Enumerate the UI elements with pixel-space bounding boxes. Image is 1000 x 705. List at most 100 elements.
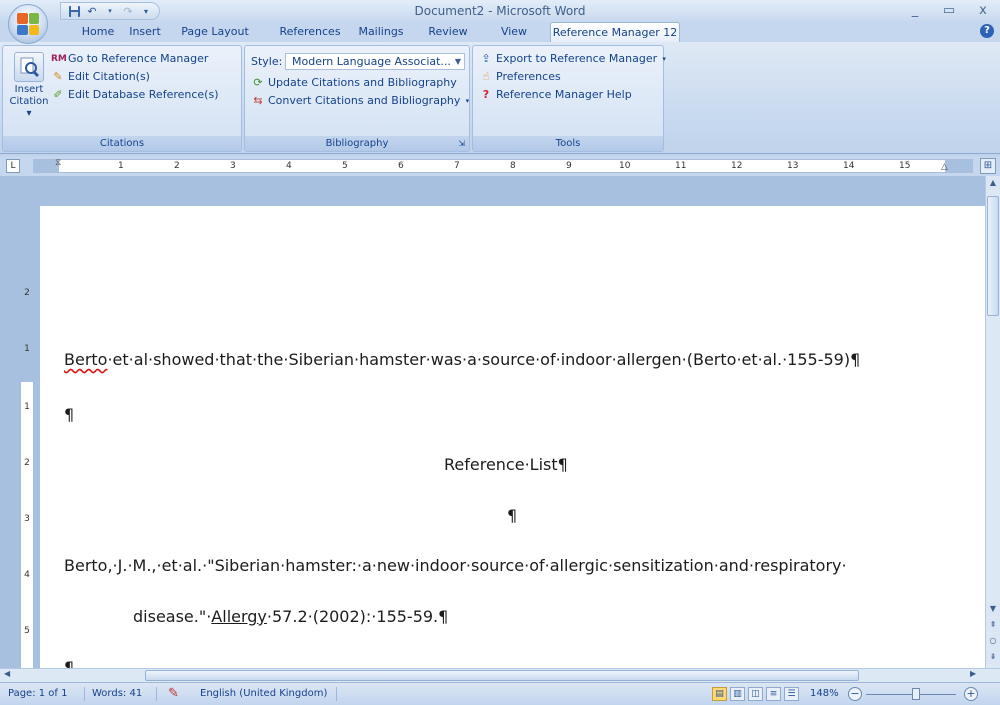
update-icon: ⟳ (253, 75, 263, 89)
style-dropdown[interactable]: Modern Language Associat... ▼ (285, 53, 465, 70)
language-indicator[interactable]: English (United Kingdom) (200, 688, 327, 699)
document-page[interactable]: Berto·et·al·showed·that·the·Siberian·ham… (40, 206, 985, 668)
go-to-rm-label: Go to Reference Manager (68, 52, 209, 65)
edit-database-references-button[interactable]: ✐ Edit Database Reference(s) (51, 86, 219, 103)
word-count[interactable]: Words: 41 (92, 688, 142, 699)
empty-paragraph[interactable]: ¶ (507, 506, 517, 525)
insert-citation-button[interactable]: Insert Citation ▾ (7, 50, 51, 128)
misspelled-word[interactable]: Berto (64, 350, 107, 369)
tools-group: ⇪ Export to Reference Manager ▾ ☝ Prefer… (472, 45, 666, 152)
go-to-reference-manager-button[interactable]: RM Go to Reference Manager (51, 50, 208, 67)
reference-entry-continued[interactable]: disease."·Allergy·57.2·(2002):·155-59.¶ (133, 607, 448, 626)
magnifier-document-icon (14, 52, 44, 82)
style-value: Modern Language Associat... (292, 55, 451, 68)
tab-insert[interactable]: Insert (124, 22, 166, 42)
ruler-number: 3 (230, 161, 236, 171)
convert-citations-button[interactable]: ⇆ Convert Citations and Bibliography ▾ (251, 92, 471, 109)
window-title: Document2 - Microsoft Word (414, 4, 586, 18)
horizontal-scrollbar[interactable]: ◀ ▶ (0, 668, 1000, 682)
full-screen-reading-icon[interactable]: ▥ (730, 687, 745, 701)
tab-page-layout[interactable]: Page Layout (170, 22, 260, 42)
horizontal-ruler[interactable]: 1 2 3 4 5 6 7 8 9 10 11 12 13 14 15 ⧖ △ (33, 158, 973, 173)
tab-review[interactable]: Review (418, 22, 478, 42)
vruler-number: 1 (24, 344, 30, 354)
vertical-scrollbar[interactable]: ▲ ▼ ⇞ ○ ⇟ (985, 176, 1000, 668)
help-label: Reference Manager Help (496, 88, 632, 101)
scroll-right-icon[interactable]: ▶ (970, 669, 976, 678)
status-bar: Page: 1 of 1 Words: 41 ✎ English (United… (0, 682, 1000, 705)
ref-text: ·57.2·(2002):·155-59.¶ (266, 607, 449, 626)
empty-paragraph[interactable]: ¶ (64, 405, 74, 424)
web-layout-icon[interactable]: ◫ (748, 687, 763, 701)
maximize-button[interactable]: ▭ (932, 0, 966, 20)
zoom-level[interactable]: 148% (810, 688, 839, 699)
tab-reference-manager[interactable]: Reference Manager 12 (550, 22, 680, 42)
vertical-ruler[interactable]: 2 1 1 2 3 4 5 (20, 206, 34, 668)
pencil-icon: ✎ (53, 69, 63, 83)
tab-selector[interactable]: L (6, 159, 20, 173)
title-bar: ↶ ▾ ↷ ▾ Document2 - Microsoft Word _ ▭ x (0, 0, 1000, 22)
office-button[interactable] (8, 4, 48, 44)
export-to-rm-button[interactable]: ⇪ Export to Reference Manager ▾ (479, 50, 668, 67)
vruler-number: 2 (24, 288, 30, 298)
insert-citation-label-1: Insert (14, 84, 44, 95)
view-ruler-icon[interactable]: ⊞ (980, 158, 996, 174)
ribbon: Insert Citation ▾ RM Go to Reference Man… (0, 42, 1000, 154)
empty-paragraph[interactable]: ¶ (64, 658, 74, 668)
body-paragraph[interactable]: Berto·et·al·showed·that·the·Siberian·ham… (64, 350, 860, 369)
ruler-number: 12 (731, 161, 743, 171)
style-label: Style: (251, 55, 283, 68)
help-icon[interactable]: ? (980, 24, 994, 38)
bibliography-label-text: Bibliography (325, 138, 389, 149)
zoom-slider-thumb[interactable] (912, 688, 920, 700)
vruler-number: 5 (24, 626, 30, 636)
reference-list-heading[interactable]: Reference·List¶ (444, 455, 568, 474)
ruler-number: 10 (619, 161, 631, 171)
zoom-in-icon[interactable]: + (964, 687, 978, 701)
vruler-number: 1 (24, 402, 30, 412)
edit-citations-button[interactable]: ✎ Edit Citation(s) (51, 68, 150, 85)
horizontal-scroll-thumb[interactable] (145, 670, 859, 681)
preferences-button[interactable]: ☝ Preferences (479, 68, 561, 85)
outline-view-icon[interactable]: ≡ (766, 687, 781, 701)
dialog-launcher-icon[interactable]: ⇲ (458, 136, 465, 151)
question-icon: ? (482, 87, 490, 101)
preferences-label: Preferences (496, 70, 561, 83)
ruler-number: 2 (174, 161, 180, 171)
tab-references[interactable]: References (272, 22, 348, 42)
select-browse-object-icon[interactable]: ○ (986, 634, 1000, 648)
zoom-out-icon[interactable]: − (848, 687, 862, 701)
minimize-button[interactable]: _ (898, 0, 932, 20)
proofing-icon[interactable]: ✎ (168, 686, 179, 701)
next-page-icon[interactable]: ⇟ (986, 650, 1000, 664)
scroll-down-icon[interactable]: ▼ (986, 602, 1000, 616)
page-count[interactable]: Page: 1 of 1 (8, 688, 67, 699)
tab-view[interactable]: View (492, 22, 536, 42)
zoom-slider[interactable] (866, 694, 956, 695)
insert-citation-label-2: Citation ▾ (9, 96, 49, 119)
tab-mailings[interactable]: Mailings (352, 22, 410, 42)
ref-text: disease."· (133, 607, 212, 626)
right-indent-marker-icon[interactable]: △ (941, 162, 948, 172)
scroll-left-icon[interactable]: ◀ (4, 669, 10, 678)
update-citations-button[interactable]: ⟳ Update Citations and Bibliography (251, 74, 457, 91)
rm-help-button[interactable]: ? Reference Manager Help (479, 86, 632, 103)
update-label: Update Citations and Bibliography (268, 76, 457, 89)
draft-view-icon[interactable]: ☰ (784, 687, 799, 701)
scroll-thumb[interactable] (987, 196, 999, 316)
document-area: 2 1 1 2 3 4 5 Berto·et·al·showed·that·th… (0, 176, 985, 668)
tab-home[interactable]: Home (76, 22, 120, 42)
convert-label: Convert Citations and Bibliography (268, 94, 461, 107)
vruler-number: 4 (24, 570, 30, 580)
print-layout-view-icon[interactable]: ▤ (712, 687, 727, 701)
body-text: ·et·al·showed·that·the·Siberian·hamster·… (107, 350, 861, 369)
left-indent-marker-icon[interactable]: ⧖ (55, 158, 61, 168)
close-button[interactable]: x (966, 0, 1000, 20)
edit-db-refs-label: Edit Database Reference(s) (68, 88, 219, 101)
scroll-up-icon[interactable]: ▲ (986, 176, 1000, 190)
ruler-number: 4 (286, 161, 292, 171)
export-label: Export to Reference Manager (496, 52, 658, 65)
reference-entry[interactable]: Berto,·J.·M.,·et·al.·"Siberian·hamster:·… (64, 556, 847, 575)
previous-page-icon[interactable]: ⇞ (986, 618, 1000, 632)
office-logo-icon (17, 13, 39, 35)
